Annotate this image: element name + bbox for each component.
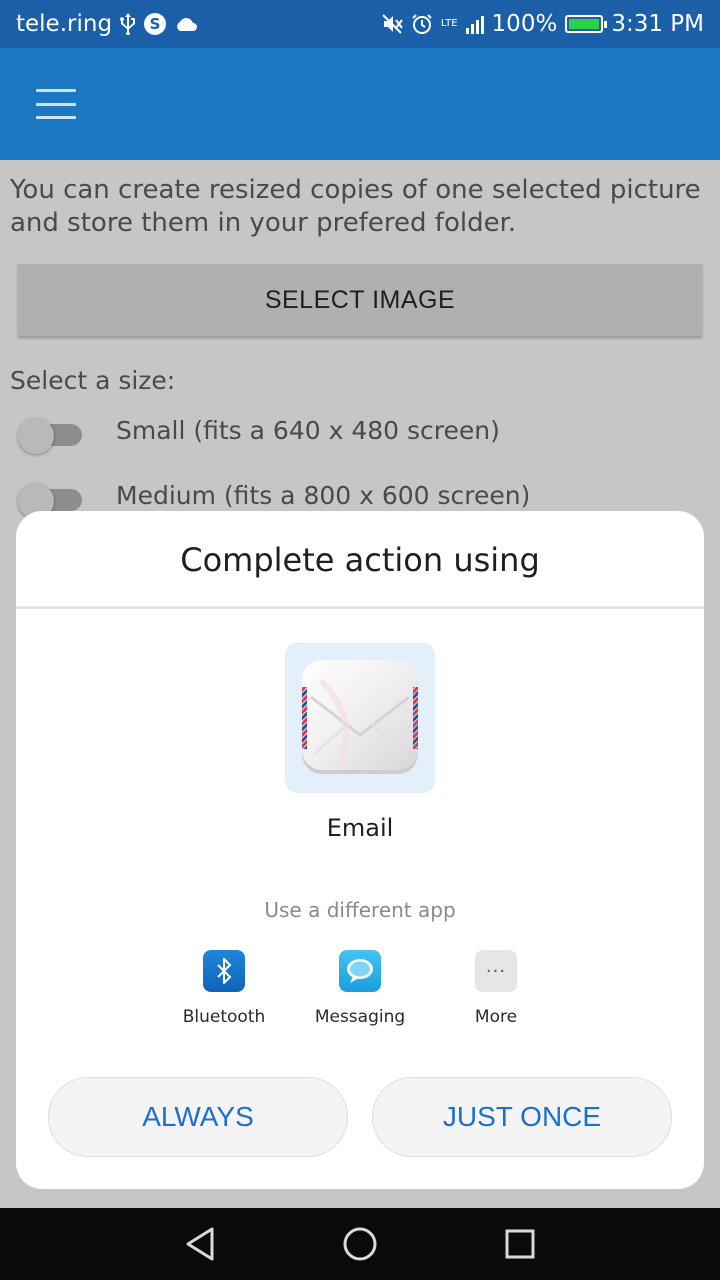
just-once-button[interactable]: JUST ONCE: [372, 1077, 672, 1157]
cloud-icon: [174, 16, 198, 32]
status-bar: tele.ring S LTE 100% 3:31 PM: [0, 0, 720, 48]
select-image-button[interactable]: SELECT IMAGE: [18, 264, 702, 336]
hamburger-menu-icon[interactable]: [36, 89, 76, 119]
size-option-label: Small (fits a 640 x 480 screen): [116, 416, 500, 445]
dialog-divider: [16, 606, 704, 609]
status-left: tele.ring S: [16, 11, 198, 37]
medium-size-switch[interactable]: [18, 483, 82, 519]
skype-icon: S: [144, 13, 167, 35]
home-icon[interactable]: [342, 1226, 378, 1262]
intro-text: You can create resized copies of one sel…: [10, 175, 701, 238]
status-right: LTE 100% 3:31 PM: [381, 11, 704, 37]
small-size-switch[interactable]: [18, 418, 82, 454]
bluetooth-icon: [203, 950, 245, 992]
navigation-bar: [0, 1208, 720, 1280]
share-option-label: Messaging: [314, 1007, 406, 1027]
email-app-label: Email: [326, 814, 394, 842]
share-option-messaging[interactable]: Messaging: [290, 948, 430, 1038]
signal-icon: [465, 14, 484, 34]
battery-icon: [565, 15, 608, 33]
share-option-label: Bluetooth: [182, 1007, 266, 1027]
share-option-bluetooth[interactable]: Bluetooth: [154, 948, 294, 1038]
size-option-small: Small (fits a 640 x 480 screen): [18, 412, 708, 456]
different-app-label: Use a different app: [264, 898, 456, 922]
always-button[interactable]: ALWAYS: [48, 1077, 348, 1157]
size-option-label: Medium (fits a 800 x 600 screen): [116, 481, 531, 510]
recents-icon[interactable]: [502, 1226, 538, 1262]
app-bar: [0, 48, 720, 160]
usb-icon: [120, 13, 136, 35]
messaging-icon: [339, 950, 381, 992]
email-app-icon: [302, 660, 418, 774]
dialog-title: Complete action using: [180, 541, 540, 579]
chooser-dialog: Complete action using Email Use a differ…: [16, 511, 704, 1189]
back-icon[interactable]: [182, 1226, 218, 1262]
share-option-label: More: [474, 1007, 518, 1027]
size-label: Select a size:: [10, 366, 176, 395]
email-app-tile[interactable]: [285, 643, 435, 793]
mute-icon: [381, 13, 403, 35]
more-icon: ···: [475, 950, 517, 992]
battery-percent: 100%: [491, 11, 558, 37]
alarm-icon: [411, 13, 433, 35]
share-option-more[interactable]: ··· More: [426, 948, 566, 1038]
network-type-label: LTE: [440, 18, 458, 29]
clock: 3:31 PM: [611, 11, 704, 37]
carrier-label: tele.ring: [16, 11, 113, 37]
